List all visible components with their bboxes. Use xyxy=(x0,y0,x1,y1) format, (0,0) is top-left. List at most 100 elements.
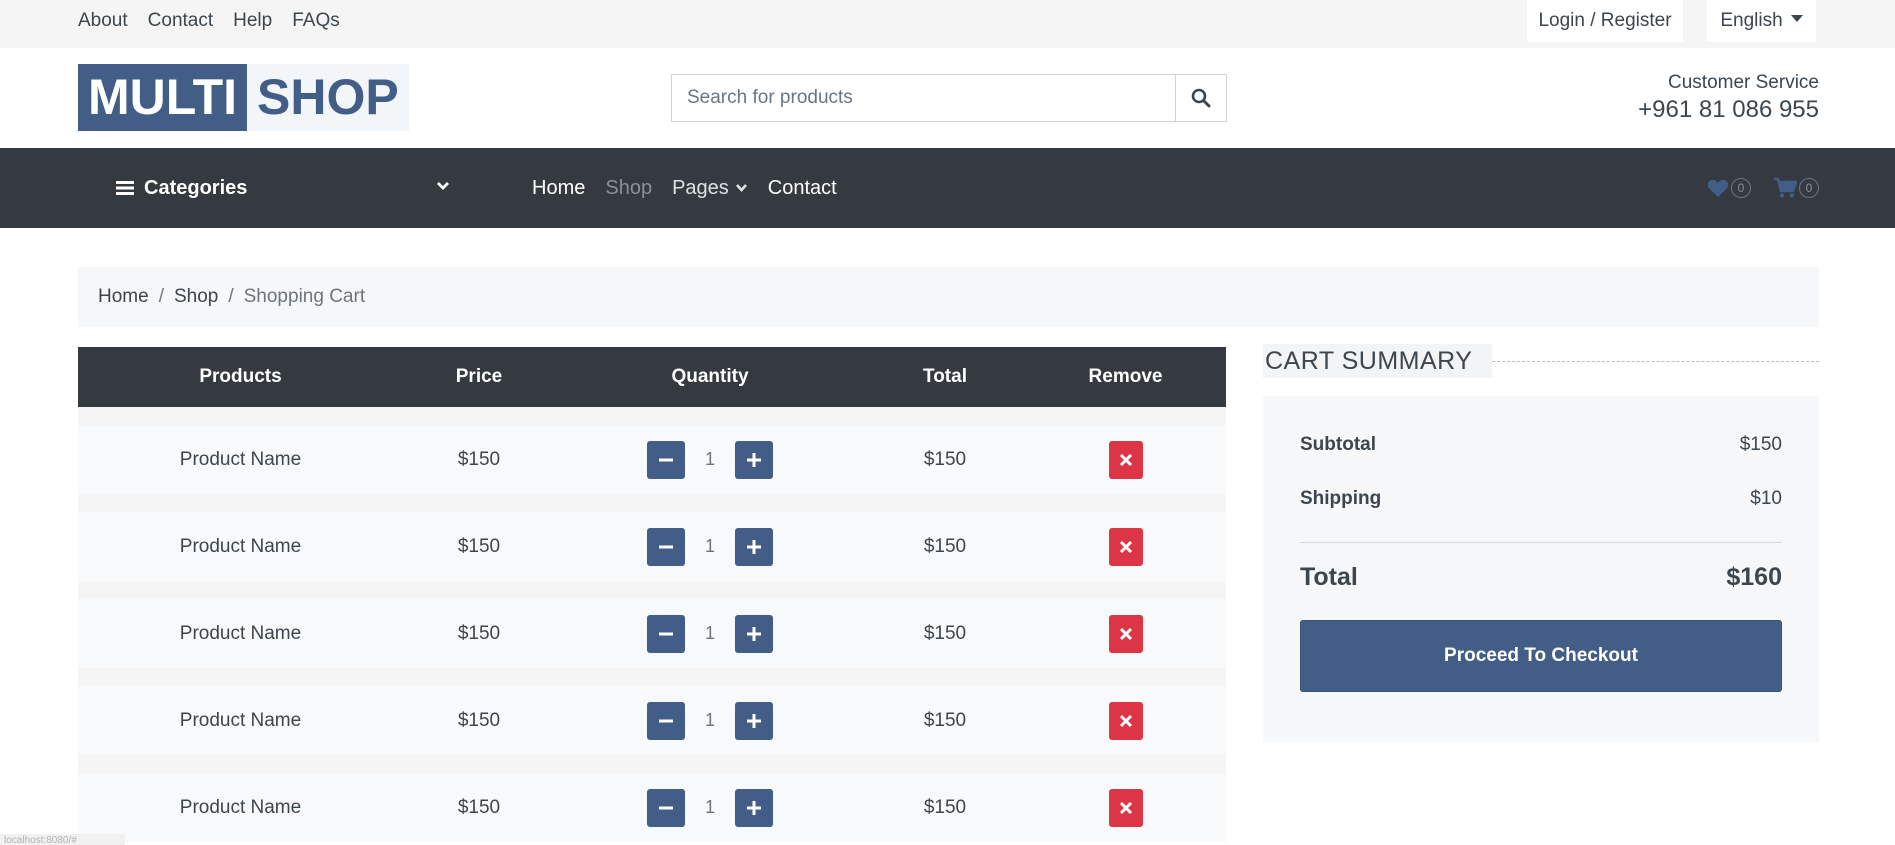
quantity-input[interactable]: 1 xyxy=(685,623,735,644)
subtotal-row: Subtotal $150 xyxy=(1300,434,1782,488)
login-register-label: Login / Register xyxy=(1538,10,1672,31)
row-spacer xyxy=(78,581,1226,599)
product-name: Product Name xyxy=(179,448,302,470)
topbar-link-faqs[interactable]: FAQs xyxy=(292,10,340,32)
proceed-to-checkout-button[interactable]: Proceed To Checkout xyxy=(1300,620,1782,692)
caret-down-icon xyxy=(1790,14,1803,22)
shopping-cart-icon xyxy=(1774,177,1797,198)
increase-quantity-button[interactable] xyxy=(735,440,773,479)
row-spacer xyxy=(78,407,1226,425)
nav-link-contact[interactable]: Contact xyxy=(768,177,837,200)
quantity-stepper: 1 xyxy=(555,686,865,755)
total-row: Total $160 xyxy=(1300,563,1782,592)
cart-button[interactable]: 0 xyxy=(1773,177,1819,199)
quantity-input[interactable]: 1 xyxy=(685,536,735,557)
decrease-quantity-button[interactable] xyxy=(647,701,685,740)
table-row: Product Name $150 1 $150 xyxy=(78,599,1226,668)
remove-cell xyxy=(1025,686,1226,755)
search-input[interactable] xyxy=(672,75,1175,121)
table-row: Product Name $150 1 $150 xyxy=(78,512,1226,581)
quantity-stepper: 1 xyxy=(555,512,865,581)
wishlist-button[interactable]: 0 xyxy=(1707,178,1751,198)
topbar: About Contact Help FAQs Login / Register… xyxy=(0,0,1895,48)
product-total: $150 xyxy=(923,622,967,644)
product-price: $150 xyxy=(457,796,501,818)
quantity-input[interactable]: 1 xyxy=(685,449,735,470)
plus-icon xyxy=(747,626,761,641)
remove-item-button[interactable] xyxy=(1108,788,1143,827)
shipping-value: $10 xyxy=(1750,488,1782,509)
table-row: Product Name $150 1 $150 xyxy=(78,773,1226,842)
logo-multi: MULTI xyxy=(78,64,248,131)
breadcrumb-current: Shopping Cart xyxy=(243,286,366,307)
quantity-input[interactable]: 1 xyxy=(685,797,735,818)
nav-link-shop[interactable]: Shop xyxy=(605,177,652,200)
remove-item-button[interactable] xyxy=(1108,614,1143,653)
categories-toggle[interactable]: Categories xyxy=(116,148,456,228)
login-register-button[interactable]: Login / Register xyxy=(1527,0,1683,42)
increase-quantity-button[interactable] xyxy=(735,701,773,740)
breadcrumb-home[interactable]: Home xyxy=(98,286,149,308)
increase-quantity-button[interactable] xyxy=(735,527,773,566)
search-icon xyxy=(1191,88,1211,108)
nav-icons: 0 0 xyxy=(1707,148,1819,228)
product-name: Product Name xyxy=(179,622,302,644)
times-icon xyxy=(1119,714,1132,727)
topbar-link-help[interactable]: Help xyxy=(233,10,272,32)
breadcrumb-separator: / xyxy=(158,286,164,307)
nav-link-home[interactable]: Home xyxy=(532,177,585,200)
quantity-input[interactable]: 1 xyxy=(685,710,735,731)
decrease-quantity-button[interactable] xyxy=(647,614,685,653)
increase-quantity-button[interactable] xyxy=(735,614,773,653)
remove-item-button[interactable] xyxy=(1108,440,1143,479)
increase-quantity-button[interactable] xyxy=(735,788,773,827)
remove-cell xyxy=(1025,599,1226,668)
product-price: $150 xyxy=(457,709,501,731)
table-row: Product Name $150 1 $150 xyxy=(78,425,1226,494)
remove-cell xyxy=(1025,512,1226,581)
wishlist-count-badge: 0 xyxy=(1731,178,1751,198)
topbar-link-contact[interactable]: Contact xyxy=(148,10,213,32)
cart-table: Products Price Quantity Total Remove Pro… xyxy=(78,347,1226,842)
search-button[interactable] xyxy=(1175,75,1226,121)
decrease-quantity-button[interactable] xyxy=(647,788,685,827)
cart-count-badge: 0 xyxy=(1799,178,1819,198)
cart-summary-title: CART SUMMARY xyxy=(1263,344,1819,378)
topbar-link-about[interactable]: About xyxy=(78,10,128,32)
product-name: Product Name xyxy=(179,535,302,557)
breadcrumb-shop[interactable]: Shop xyxy=(174,286,218,308)
search-form xyxy=(671,74,1227,122)
nav-link-pages[interactable]: Pages xyxy=(672,177,748,200)
remove-item-button[interactable] xyxy=(1108,701,1143,740)
minus-icon xyxy=(659,632,673,635)
quantity-stepper: 1 xyxy=(555,425,865,494)
table-row: Product Name $150 1 $150 xyxy=(78,686,1226,755)
categories-label: Categories xyxy=(144,176,248,199)
main-nav: Home Shop Pages Contact xyxy=(532,148,837,228)
header-remove: Remove xyxy=(1088,366,1163,387)
quantity-stepper: 1 xyxy=(555,773,865,842)
decrease-quantity-button[interactable] xyxy=(647,527,685,566)
decrease-quantity-button[interactable] xyxy=(647,440,685,479)
total-value: $160 xyxy=(1726,563,1782,591)
customer-service-phone: +961 81 086 955 xyxy=(1638,96,1819,123)
nav-pages-label: Pages xyxy=(672,176,729,199)
logo[interactable]: MULTI SHOP xyxy=(78,64,409,131)
minus-icon xyxy=(659,719,673,722)
times-icon xyxy=(1119,540,1132,553)
chevron-down-icon xyxy=(437,182,449,190)
language-dropdown[interactable]: English xyxy=(1707,0,1816,42)
header-price: Price xyxy=(455,366,503,387)
cart-table-header: Products Price Quantity Total Remove xyxy=(78,347,1226,407)
subtotal-value: $150 xyxy=(1739,434,1782,455)
status-bar-url: localhost:8080/# xyxy=(0,834,125,845)
checkout-label: Proceed To Checkout xyxy=(1444,645,1638,666)
quantity-stepper: 1 xyxy=(555,599,865,668)
cart-summary-heading: CART SUMMARY xyxy=(1263,344,1493,378)
row-spacer xyxy=(78,668,1226,686)
heart-icon xyxy=(1707,179,1729,198)
remove-item-button[interactable] xyxy=(1108,527,1143,566)
language-label: English xyxy=(1720,10,1783,31)
customer-service: Customer Service +961 81 086 955 xyxy=(1638,72,1819,124)
navbar: Categories Home Shop Pages Contact 0 0 xyxy=(0,148,1895,228)
